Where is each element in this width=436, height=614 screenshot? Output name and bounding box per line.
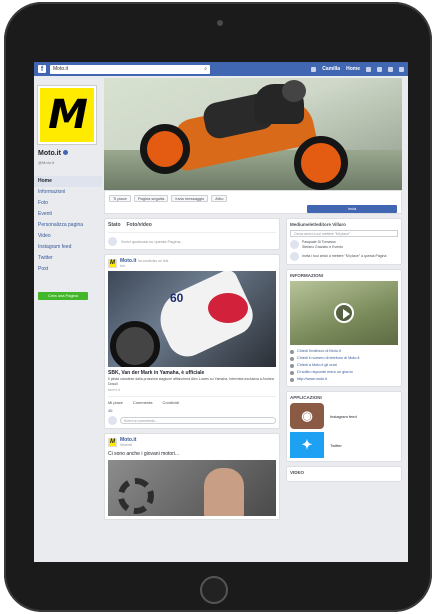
verified-badge-icon	[62, 150, 68, 155]
top-bar: f Moto.it ⌕ Camilla Home	[34, 62, 408, 76]
post-time[interactable]: Ieri	[120, 264, 168, 268]
right-column: Mediumelet/editore Villaro Cerca amici a…	[286, 218, 402, 486]
twitter-icon: ✦	[290, 432, 324, 458]
cover-photo[interactable]	[104, 78, 402, 190]
facebook-screen: f Moto.it ⌕ Camilla Home M Moto.it @Moto…	[34, 62, 408, 562]
info-card: INFORMAZIONI Chiedi l'indirizzo di Moto.…	[286, 269, 402, 387]
avatar	[108, 416, 117, 425]
play-icon[interactable]	[334, 303, 354, 323]
like-count[interactable]: 45	[108, 408, 276, 413]
create-page-button[interactable]: Crea una Pagina	[38, 292, 88, 300]
menu-item-events[interactable]: Eventi	[34, 209, 102, 220]
instagram-icon: ◉	[290, 403, 324, 429]
menu-item-home[interactable]: Home	[34, 176, 102, 187]
post-time[interactable]: Venerdì	[120, 443, 136, 447]
messages-icon[interactable]	[377, 66, 382, 72]
app-twitter[interactable]: ✦ Twitter	[290, 432, 398, 458]
invite-search-input[interactable]: Cerca amici a cui mettere "Mi piace"	[290, 230, 398, 237]
chat-icon	[290, 370, 294, 375]
menu-item-customize[interactable]: Personalizza pagina	[34, 220, 102, 231]
more-button[interactable]: Altro	[211, 195, 228, 202]
settings-menu-icon[interactable]	[399, 66, 404, 72]
profile-avatar-icon	[311, 66, 317, 72]
link-url: MOTO.IT	[108, 388, 121, 392]
tab-status[interactable]: Stato	[108, 222, 121, 228]
avatar	[290, 240, 299, 249]
page-action-bar: Ti piace Pagina seguita Invia messaggio …	[104, 190, 402, 214]
invite-friends-card: Mediumelet/editore Villaro Cerca amici a…	[286, 218, 402, 265]
facebook-logo-icon[interactable]: f	[38, 65, 46, 73]
avatar	[108, 237, 117, 246]
share-button[interactable]: Condividi	[162, 400, 178, 405]
menu-item-video[interactable]: Video	[34, 231, 102, 242]
left-column: M Moto.it @Moto.it Home Informazioni Fot…	[34, 76, 102, 562]
page-avatar[interactable]: M	[108, 437, 117, 447]
timeline-feed: Stato Foto/video Scrivi qualcosa su ques…	[104, 218, 280, 524]
info-link[interactable]: Chiedi a Moto.it gli orari	[290, 362, 398, 369]
phone-icon	[290, 356, 294, 361]
menu-item-posts[interactable]: Post	[34, 264, 102, 275]
apps-card: APPLICAZIONI ◉ Instagram feed ✦ Twitter	[286, 391, 402, 462]
globe-icon	[290, 377, 294, 382]
link-description: Il pilota olandese dalla prossima stagio…	[108, 377, 274, 386]
top-nav: Camilla Home	[311, 66, 404, 72]
home-button[interactable]	[200, 576, 228, 604]
post-card: M Moto.it Venerdì Ci sono anche i giovan…	[104, 433, 280, 520]
app-instagram[interactable]: ◉ Instagram feed	[290, 403, 398, 429]
post-image[interactable]: 60	[108, 271, 276, 367]
response-time: Di solito risponde entro un giorno	[290, 369, 398, 376]
tab-photo-video[interactable]: Foto/video	[127, 222, 152, 228]
menu-item-photos[interactable]: Foto	[34, 198, 102, 209]
like-page-button[interactable]: Ti piace	[109, 195, 131, 202]
post-text: Ci sono anche i giovani motori...	[108, 451, 180, 457]
search-input[interactable]: Moto.it ⌕	[50, 64, 210, 74]
search-icon[interactable]: ⌕	[204, 66, 207, 72]
clock-icon	[290, 363, 294, 368]
page-handle: @Moto.it	[38, 160, 55, 165]
composer-card: Stato Foto/video Scrivi qualcosa su ques…	[104, 218, 280, 250]
website-link[interactable]: http://www.moto.it	[290, 376, 398, 383]
video-card: VIDEO	[286, 466, 402, 482]
menu-item-twitter[interactable]: Twitter	[34, 253, 102, 264]
notifications-icon[interactable]	[388, 66, 393, 72]
page-avatar[interactable]: M	[108, 258, 117, 268]
post-image[interactable]	[108, 460, 276, 516]
page-profile-picture[interactable]: M	[38, 86, 96, 144]
comment-button[interactable]: Commenta	[133, 400, 153, 405]
page-menu: Home Informazioni Foto Eventi Personaliz…	[34, 176, 102, 275]
info-link[interactable]: Chiedi l'indirizzo di Moto.it	[290, 348, 398, 355]
invite-friends-link[interactable]: Invita i tuoi amici a mettere "Mi piace"…	[302, 254, 386, 259]
follow-page-button[interactable]: Pagina seguita	[133, 195, 169, 202]
link-title[interactable]: SBK, Van der Mark in Yamaha, è ufficiale	[108, 370, 276, 376]
front-camera	[217, 20, 223, 26]
comment-input[interactable]: Scrivi un commento...	[120, 417, 276, 424]
menu-item-info[interactable]: Informazioni	[34, 187, 102, 198]
composer-input[interactable]: Scrivi qualcosa su questa Pagina...	[121, 239, 183, 244]
page-name[interactable]: Moto.it	[38, 150, 68, 157]
post-card: M Moto.it ha condiviso un link Ieri 60 S…	[104, 254, 280, 429]
home-link[interactable]: Home	[346, 66, 360, 72]
send-message-button[interactable]: Invia messaggio	[171, 195, 209, 202]
info-icon	[290, 349, 294, 354]
info-link[interactable]: Chiedi il numero di telefono di Moto.it	[290, 355, 398, 362]
avatar	[290, 252, 299, 261]
friend-requests-icon[interactable]	[366, 66, 371, 72]
menu-item-instagram[interactable]: Instagram feed	[34, 242, 102, 253]
user-link[interactable]: Camilla	[322, 66, 340, 72]
send-button[interactable]: Invia	[307, 205, 397, 213]
featured-video[interactable]	[290, 281, 398, 345]
like-button[interactable]: Mi piace	[108, 400, 123, 405]
